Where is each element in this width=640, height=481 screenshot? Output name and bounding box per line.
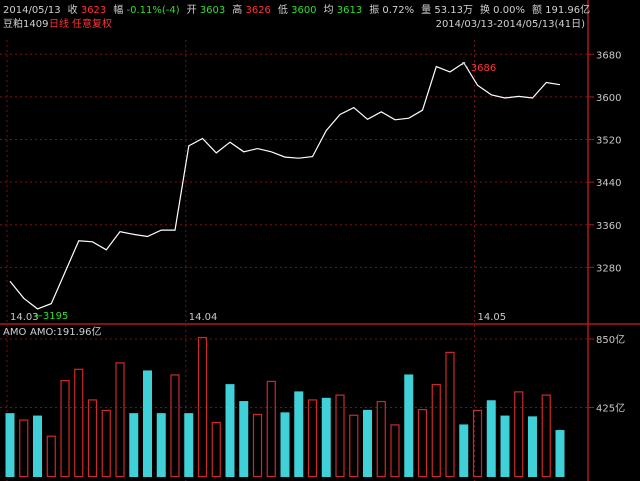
volume-bar: [239, 401, 249, 477]
quote-field-value: 3626: [245, 5, 270, 16]
volume-bar: [33, 415, 42, 477]
volume-bar: [19, 419, 29, 478]
volume-bar: [390, 424, 400, 478]
volume-bar: [143, 370, 152, 477]
volume-bar: [417, 409, 428, 478]
volume-bar: [445, 351, 455, 478]
volume-bar: [431, 384, 441, 478]
volume-bar: [280, 412, 290, 477]
quote-header: 2014/05/13 收 3623 幅 -0.11%(-4) 开 3603 高 3626…: [3, 3, 590, 30]
quote-summary: 2014/05/13 收 3623 幅 -0.11%(-4) 开 3603 高 3626…: [3, 3, 590, 16]
volume-panel: AMO AMO:191.96亿 425亿 850亿: [3, 325, 625, 478]
quote-field-value: 0.00%: [493, 5, 525, 16]
adjust-label[interactable]: 任意复权: [72, 17, 112, 30]
chart-window: 2014/05/13 收 3623 幅 -0.11%(-4) 开 3603 高 3626…: [0, 0, 640, 481]
quote-field-label: 低: [278, 3, 291, 16]
quote-field-value: 3600: [291, 5, 316, 16]
volume-bar: [459, 424, 469, 477]
price-tick-label: 3360: [596, 221, 621, 232]
quote-field-label: 额: [532, 3, 545, 16]
volume-panel-title: AMO: [3, 327, 26, 338]
volume-bar: [101, 409, 111, 478]
date-range: 2014/03/13-2014/05/13(41日): [436, 19, 586, 30]
quote-field-value: 0.72%: [382, 5, 414, 16]
quote-field-label: 振: [369, 3, 382, 16]
volume-bar: [321, 397, 331, 477]
quote-field-value: 3613: [337, 5, 362, 16]
quote-field-label: 量: [421, 4, 434, 16]
volume-bar: [528, 416, 537, 477]
quote-field-label: 幅: [113, 3, 126, 16]
high-marker-arrow: ↖: [461, 60, 469, 71]
price-tick-label: 3280: [596, 263, 621, 274]
high-marker-label: 3686: [471, 63, 496, 74]
volume-bar: [294, 391, 304, 477]
date-tick-label: 14.04: [189, 312, 218, 323]
volume-bar: [349, 414, 359, 478]
volume-bar: [376, 400, 386, 478]
volume-tick-label: 425亿: [596, 402, 625, 415]
volume-bar: [115, 362, 125, 478]
volume-bar: [184, 413, 194, 477]
price-panel: 32803360344035203600368014.03 14.04 14.05↖…: [9, 50, 621, 323]
quote-field-label: 均: [324, 4, 337, 16]
volume-bar: [555, 430, 565, 477]
volume-bar: [266, 380, 276, 478]
volume-bar: [156, 413, 166, 477]
period-label[interactable]: 日线: [49, 17, 69, 30]
volume-bar: [486, 400, 496, 477]
quote-field-value: 53.13万: [434, 5, 473, 16]
volume-bar: [129, 413, 139, 477]
price-line: [9, 61, 561, 310]
volume-bar: [404, 374, 414, 477]
price-tick-label: 3440: [596, 178, 621, 189]
price-tick-label: 3600: [596, 93, 621, 104]
volume-bar: [74, 368, 84, 478]
price-tick-label: 3680: [596, 50, 621, 61]
quote-field-value: 2014/05/13: [3, 5, 61, 16]
volume-bar: [46, 435, 56, 478]
quote-field-value: 3623: [81, 5, 106, 16]
volume-bar: [514, 391, 524, 478]
symbol-label: 豆粕1409: [3, 17, 48, 30]
volume-bar: [500, 415, 510, 477]
price-volume-chart[interactable]: 2014/05/13 收 3623 幅 -0.11%(-4) 开 3603 高 3626…: [0, 0, 640, 481]
volume-bar: [87, 399, 98, 478]
quote-field-value: 191.96亿: [545, 3, 590, 16]
quote-field-value: -0.11%(-4): [126, 5, 179, 16]
low-marker-label: ←3195: [35, 311, 69, 322]
volume-bar: [307, 399, 318, 478]
quote-field-label: 高: [232, 3, 245, 16]
volume-bar: [225, 384, 235, 477]
quote-field-label: 收: [68, 3, 81, 16]
price-tick-label: 3520: [596, 136, 621, 147]
volume-bar: [211, 421, 221, 478]
volume-tick-label: 850亿: [596, 333, 625, 346]
volume-bar: [363, 409, 372, 477]
date-tick-label: 14.05: [478, 312, 507, 323]
volume-bar: [5, 413, 15, 477]
volume-bar: [60, 380, 70, 478]
volume-bar: [170, 374, 180, 478]
quote-field-label: 开: [187, 5, 200, 16]
volume-bar: [252, 413, 263, 478]
quote-field-label: 换: [480, 3, 493, 16]
volume-panel-value: AMO:191.96亿: [30, 325, 102, 338]
quote-field-value: 3603: [200, 5, 225, 16]
